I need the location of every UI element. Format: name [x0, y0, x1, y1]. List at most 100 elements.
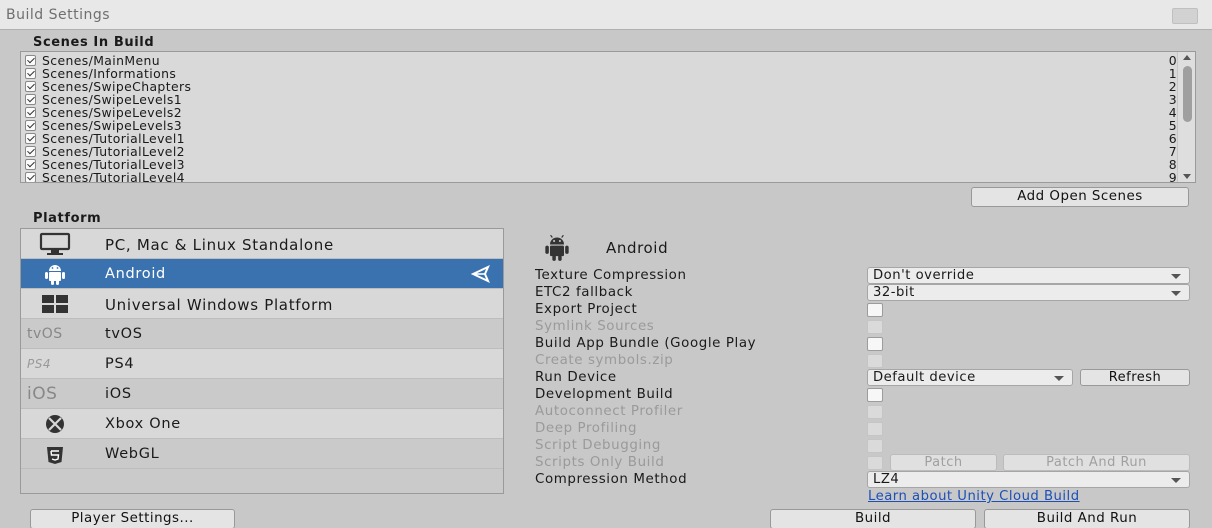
scenes-in-build-heading: Scenes In Build	[33, 35, 155, 50]
scene-row[interactable]: Scenes/SwipeLevels1 3	[21, 93, 1181, 106]
scene-row[interactable]: Scenes/MainMenu 0	[21, 54, 1181, 67]
scenes-scrollbar[interactable]	[1177, 52, 1195, 182]
platform-item-tvos[interactable]: tvOS tvOS	[21, 319, 503, 349]
etc2-fallback-value: 32-bit	[873, 285, 915, 300]
platform-item-uwp[interactable]: Universal Windows Platform	[21, 289, 503, 319]
ps4-icon: PS4	[27, 357, 51, 371]
window-title: Build Settings	[6, 7, 111, 23]
platform-item-ios[interactable]: iOS iOS	[21, 379, 503, 409]
texture-compression-value: Don't override	[873, 268, 975, 283]
development-build-checkbox[interactable]	[867, 388, 883, 402]
scene-include-checkbox[interactable]	[25, 55, 36, 66]
scene-index: 9	[1168, 170, 1177, 183]
export-project-checkbox[interactable]	[867, 303, 883, 317]
ios-icon: iOS	[27, 384, 58, 404]
platform-label: PC, Mac & Linux Standalone	[105, 236, 334, 254]
cloud-build-link[interactable]: Learn about Unity Cloud Build	[868, 489, 1080, 504]
etc2-fallback-dropdown[interactable]: 32-bit	[867, 284, 1190, 301]
platform-settings-panel: Android Texture Compression Don't overri…	[530, 228, 1192, 510]
scene-name: Scenes/TutorialLevel4	[42, 170, 185, 183]
platform-item-ps4[interactable]: PS4 PS4	[21, 349, 503, 379]
platform-label: Xbox One	[105, 416, 181, 432]
scroll-up-arrow-icon[interactable]	[1183, 55, 1191, 60]
create-symbols-checkbox[interactable]	[867, 354, 883, 368]
compression-method-value: LZ4	[873, 472, 900, 487]
scripts-only-build-label: Scripts Only Build	[535, 455, 665, 470]
platform-label: iOS	[105, 386, 132, 402]
scene-include-checkbox[interactable]	[25, 94, 36, 105]
html5-icon	[29, 443, 81, 465]
selected-platform-title: Android	[606, 239, 669, 257]
scene-include-checkbox[interactable]	[25, 172, 36, 182]
tvos-icon: tvOS	[27, 326, 63, 342]
platform-list[interactable]: PC, Mac & Linux Standalone Android Unive…	[20, 228, 504, 494]
create-symbols-label: Create symbols.zip	[535, 353, 674, 368]
texture-compression-dropdown[interactable]: Don't override	[867, 267, 1190, 284]
scenes-list[interactable]: Scenes/MainMenu 0 Scenes/Informations 1 Sc…	[20, 51, 1196, 183]
platform-label: WebGL	[105, 446, 160, 462]
etc2-fallback-label: ETC2 fallback	[535, 285, 633, 300]
patch-button[interactable]: Patch	[890, 454, 997, 471]
scene-row[interactable]: Scenes/Informations 1	[21, 67, 1181, 80]
run-device-value: Default device	[873, 370, 976, 385]
autoconnect-profiler-checkbox[interactable]	[867, 405, 883, 419]
chevron-down-icon	[1054, 376, 1064, 381]
scene-include-checkbox[interactable]	[25, 120, 36, 131]
development-build-label: Development Build	[535, 387, 674, 402]
scene-row[interactable]: Scenes/SwipeChapters 2	[21, 80, 1181, 93]
windows-icon	[29, 293, 81, 315]
platform-item-webgl[interactable]: WebGL	[21, 439, 503, 469]
run-device-dropdown[interactable]: Default device	[867, 369, 1073, 386]
scripts-only-build-checkbox[interactable]	[867, 456, 883, 470]
symlink-sources-checkbox[interactable]	[867, 320, 883, 334]
build-app-bundle-checkbox[interactable]	[867, 337, 883, 351]
platform-heading: Platform	[33, 211, 102, 226]
scene-row[interactable]: Scenes/TutorialLevel3 8	[21, 158, 1181, 171]
script-debugging-label: Script Debugging	[535, 438, 661, 453]
platform-label: tvOS	[105, 326, 143, 342]
deep-profiling-label: Deep Profiling	[535, 421, 638, 436]
window-minimize-button[interactable]	[1172, 8, 1198, 24]
android-icon	[538, 234, 576, 266]
scene-include-checkbox[interactable]	[25, 68, 36, 79]
export-project-label: Export Project	[535, 302, 638, 317]
scene-row[interactable]: Scenes/SwipeLevels2 4	[21, 106, 1181, 119]
android-icon	[29, 263, 81, 285]
compression-method-dropdown[interactable]: LZ4	[867, 471, 1190, 488]
scene-include-checkbox[interactable]	[25, 159, 36, 170]
patch-and-run-button[interactable]: Patch And Run	[1003, 454, 1190, 471]
symlink-sources-label: Symlink Sources	[535, 319, 655, 334]
chevron-down-icon	[1171, 274, 1181, 279]
build-button[interactable]: Build	[770, 509, 976, 528]
run-device-label: Run Device	[535, 370, 617, 385]
scene-row[interactable]: Scenes/TutorialLevel2 7	[21, 145, 1181, 158]
unity-logo-icon	[470, 264, 491, 284]
window-titlebar: Build Settings	[0, 0, 1212, 30]
platform-label: PS4	[105, 356, 135, 372]
scroll-down-arrow-icon[interactable]	[1183, 174, 1191, 179]
script-debugging-checkbox[interactable]	[867, 439, 883, 453]
player-settings-button[interactable]: Player Settings...	[30, 509, 235, 528]
build-and-run-button[interactable]: Build And Run	[984, 509, 1190, 528]
autoconnect-profiler-label: Autoconnect Profiler	[535, 404, 683, 419]
platform-item-android[interactable]: Android	[21, 259, 503, 289]
compression-method-label: Compression Method	[535, 472, 688, 487]
scene-include-checkbox[interactable]	[25, 146, 36, 157]
scroll-thumb[interactable]	[1183, 66, 1192, 122]
scene-row[interactable]: Scenes/TutorialLevel1 6	[21, 132, 1181, 145]
scene-row[interactable]: Scenes/TutorialLevel4 9	[21, 170, 1181, 183]
texture-compression-label: Texture Compression	[535, 268, 687, 283]
chevron-down-icon	[1171, 478, 1181, 483]
monitor-icon	[29, 232, 81, 255]
platform-item-xbox[interactable]: Xbox One	[21, 409, 503, 439]
scene-row[interactable]: Scenes/SwipeLevels3 5	[21, 119, 1181, 132]
scene-include-checkbox[interactable]	[25, 133, 36, 144]
platform-label: Universal Windows Platform	[105, 296, 334, 314]
refresh-button[interactable]: Refresh	[1080, 369, 1190, 386]
scene-include-checkbox[interactable]	[25, 107, 36, 118]
platform-item-standalone[interactable]: PC, Mac & Linux Standalone	[21, 229, 503, 259]
platform-label: Android	[105, 266, 166, 282]
scene-include-checkbox[interactable]	[25, 81, 36, 92]
add-open-scenes-button[interactable]: Add Open Scenes	[971, 187, 1189, 207]
deep-profiling-checkbox[interactable]	[867, 422, 883, 436]
